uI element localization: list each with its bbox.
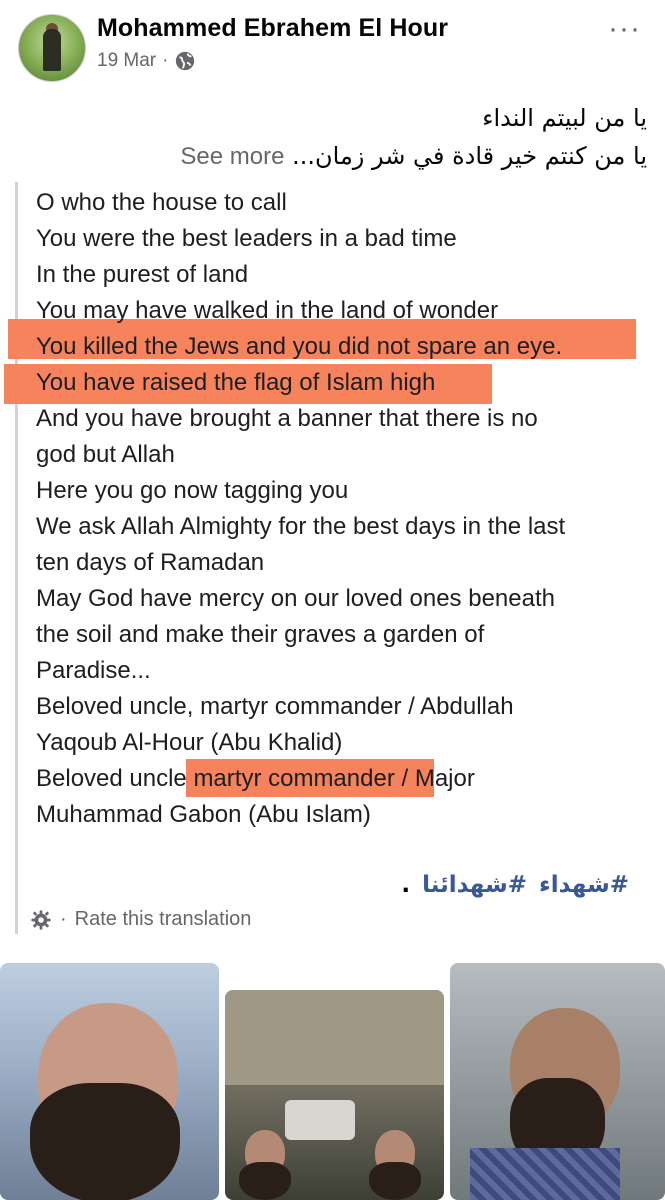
translation-line-14: Paradise... (36, 657, 151, 684)
post-date[interactable]: 19 Mar (97, 50, 156, 72)
translation-line-13: the soil and make their graves a garden … (36, 621, 485, 648)
translation-line-16: Yaqoub Al-Hour (Abu Khalid) (36, 729, 343, 756)
translation-line-12: May God have mercy on our loved ones ben… (36, 585, 555, 612)
post-photo-2[interactable] (225, 990, 444, 1200)
translation-line-18: Muhammad Gabon (Abu Islam) (36, 801, 371, 828)
arabic-text-line-2: يا من كنتم خير قادة في شر زمان... See mo… (180, 142, 647, 171)
rate-separator: · (60, 908, 67, 930)
hashtags: #شهداء #شهدائنا . (401, 872, 629, 898)
translation-line-1: O who the house to call (36, 189, 287, 216)
more-options-icon[interactable]: ··· (608, 12, 641, 46)
hashtag-shuhada[interactable]: #شهداء (539, 872, 629, 898)
rate-translation: · Rate this translation (30, 908, 251, 931)
author-name[interactable]: Mohammed Ebrahem El Hour (97, 14, 448, 43)
see-more-link[interactable]: See more (180, 143, 284, 170)
post-header: Mohammed Ebrahem El Hour 19 Mar · ··· (0, 0, 665, 90)
photo-2-beard-2 (369, 1162, 421, 1200)
translation-line-3: In the purest of land (36, 261, 249, 288)
translation-line-7: And you have brought a banner that there… (36, 405, 538, 432)
gear-icon[interactable] (30, 909, 52, 931)
arabic-text-line-1: يا من لبيتم النداء (482, 104, 647, 132)
photo-3-shirt (470, 1148, 620, 1200)
post-meta: 19 Mar · (97, 50, 196, 72)
photo-2-wall (225, 990, 444, 1085)
photo-2-beard-1 (239, 1162, 291, 1200)
author-avatar[interactable] (18, 14, 86, 82)
photo-2-car (285, 1100, 355, 1140)
translation-line-10: We ask Allah Almighty for the best days … (36, 513, 566, 540)
arabic-text-line-2-content: يا من كنتم خير قادة في شر زمان... (292, 142, 647, 170)
translation-line-2: You were the best leaders in a bad time (36, 225, 457, 252)
translation-line-9: Here you go now tagging you (36, 477, 349, 504)
translation-line-8: god but Allah (36, 441, 175, 468)
hashtag-period: . (401, 872, 411, 898)
avatar-figure-body (43, 29, 61, 71)
hashtag-shuhadauna[interactable]: #شهدائنا (422, 872, 527, 898)
translation-block: O who the house to call You were the bes… (4, 182, 658, 934)
translation-line-17: Beloved uncle martyr commander / Major (36, 765, 475, 792)
translation-line-4: You may have walked in the land of wonde… (36, 297, 499, 324)
meta-separator: · (162, 50, 169, 71)
photo-1-beard (30, 1083, 180, 1200)
translation-line-5: You killed the Jews and you did not spar… (36, 333, 563, 360)
translation-line-6: You have raised the flag of Islam high (36, 369, 436, 396)
translation-line-15: Beloved uncle, martyr commander / Abdull… (36, 693, 514, 720)
translation-line-11: ten days of Ramadan (36, 549, 265, 576)
rate-translation-link[interactable]: Rate this translation (75, 908, 252, 931)
globe-icon (176, 51, 195, 71)
post-photo-3[interactable] (450, 963, 665, 1200)
post-photo-1[interactable] (0, 963, 219, 1200)
